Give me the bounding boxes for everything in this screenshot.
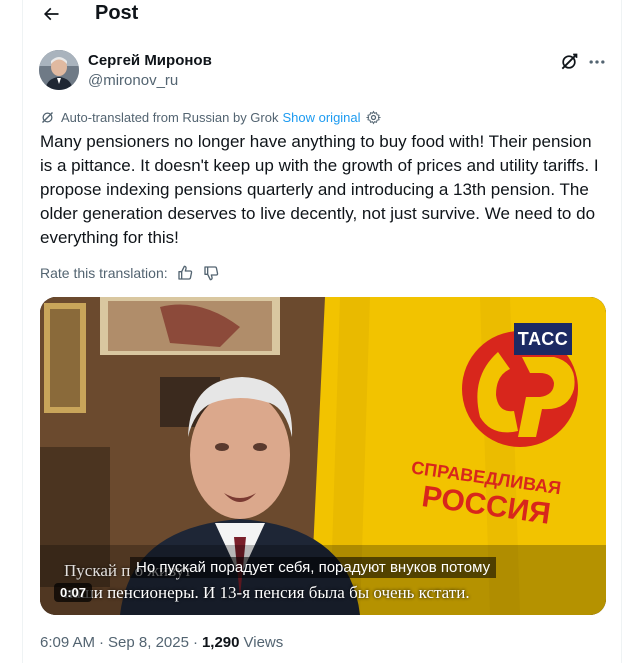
post-meta: 6:09 AM · Sep 8, 2025 · 1,290 Views (40, 634, 283, 652)
grok-button[interactable] (559, 52, 579, 72)
video-player[interactable]: СПРАВЕДЛИВАЯ РОССИЯ ТАСС Пускай п о живу… (40, 297, 606, 615)
post-text: Many pensioners no longer have anything … (40, 132, 599, 247)
page-title: Post (95, 2, 139, 24)
translation-notice: Auto-translated from Russian by Grok Sho… (40, 108, 381, 126)
avatar-image (39, 50, 79, 90)
back-button[interactable] (39, 2, 63, 26)
post-date[interactable]: Sep 8, 2025 (108, 634, 189, 652)
gear-icon[interactable] (365, 110, 381, 125)
thumbs-up-button[interactable] (176, 264, 194, 282)
rate-label: Rate this translation: (40, 265, 168, 281)
thumbs-down-button[interactable] (202, 264, 220, 282)
author-handle[interactable]: @mironov_ru (88, 72, 178, 90)
tass-logo: ТАСС (514, 323, 572, 355)
separator-dot: · (99, 634, 105, 651)
avatar[interactable] (39, 50, 79, 90)
closed-caption: Но пускай порадует себя, порадуют внуков… (130, 557, 497, 578)
translation-label: Auto-translated from Russian by Grok (61, 109, 279, 125)
post-column: Post Сергей Миронов @mironov_ru Auto-tra… (22, 0, 622, 663)
thumbs-down-icon (203, 266, 218, 281)
rate-translation: Rate this translation: (40, 264, 220, 282)
burned-subtitle-line-2: наши пенсионеры. И 13-я пенсия была бы о… (64, 583, 470, 602)
views-count: 1,290 (201, 634, 240, 651)
top-bar: Post (23, 0, 623, 32)
views-label: Views (243, 634, 284, 651)
arrow-left-icon (43, 7, 59, 21)
more-options-button[interactable] (587, 52, 607, 72)
post-author: Сергей Миронов @mironov_ru (39, 48, 609, 96)
post-time[interactable]: 6:09 AM (40, 634, 95, 652)
video-elapsed-time: 0:07 (54, 583, 93, 602)
author-name[interactable]: Сергей Миронов (88, 52, 212, 70)
grok-icon (561, 53, 578, 70)
thumbs-up-icon (177, 265, 192, 280)
separator-dot: · (192, 634, 198, 651)
more-horizontal-icon (589, 60, 605, 64)
grok-icon (42, 111, 53, 123)
show-original-link[interactable]: Show original (282, 110, 360, 125)
